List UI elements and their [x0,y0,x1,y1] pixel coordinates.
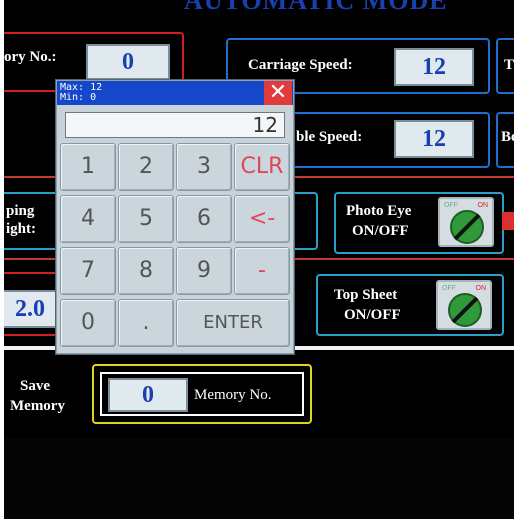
key-1[interactable]: 1 [60,143,116,191]
bottom-bezel [4,438,514,519]
right-panel-2-label: Be [501,129,514,145]
key-backspace[interactable]: <- [234,195,290,243]
keypad-min: Min: 0 [60,92,97,103]
key-0[interactable]: 0 [60,299,116,347]
key-decimal[interactable]: . [118,299,174,347]
red-indicator [502,212,514,230]
photo-eye-label-line1: Photo Eye [346,203,412,219]
toggle-off-text: OFF [442,285,456,292]
toggle-off-text: OFF [444,202,458,209]
key-minus[interactable]: - [234,247,290,295]
key-7[interactable]: 7 [60,247,116,295]
carriage-speed-field[interactable]: 12 [394,48,474,86]
key-6[interactable]: 6 [176,195,232,243]
key-enter[interactable]: ENTER [176,299,290,347]
close-icon[interactable]: ✕ [264,81,292,105]
top-sheet-label-line1: Top Sheet [334,287,398,303]
stopping-label-line2: ight: [6,221,36,237]
numeric-keypad: Max: 12 Min: 0 ✕ 12 1 2 3 CLR 4 5 6 <- 7… [56,80,294,354]
keypad-header: Max: 12 Min: 0 ✕ [57,81,293,105]
memory-no-field[interactable]: 0 [86,44,170,80]
key-4[interactable]: 4 [60,195,116,243]
keypad-display: 12 [65,112,285,138]
table-speed-field[interactable]: 12 [394,120,474,158]
right-panel-1-label: T [504,57,514,73]
key-8[interactable]: 8 [118,247,174,295]
key-clr[interactable]: CLR [234,143,290,191]
key-5[interactable]: 5 [118,195,174,243]
table-speed-label: ble Speed: [296,129,363,145]
top-sheet-label-line2: ON/OFF [344,307,401,323]
memory-no-label: ory No.: [4,49,57,65]
photo-eye-label-line2: ON/OFF [352,223,409,239]
screen-title: AUTOMATIC MODE [184,0,448,15]
top-sheet-toggle[interactable]: OFF ON [436,280,492,330]
save-memory-suffix: Memory No. [194,387,272,403]
toggle-on-text: ON [477,202,489,209]
toggle-knob-icon [450,210,484,244]
key-2[interactable]: 2 [118,143,174,191]
save-memory-label-line1: Save [20,378,50,394]
save-memory-field[interactable]: 0 [108,378,188,412]
toggle-on-text: ON [475,285,487,292]
key-3[interactable]: 3 [176,143,232,191]
toggle-knob-icon [448,293,482,327]
key-9[interactable]: 9 [176,247,232,295]
photo-eye-toggle[interactable]: OFF ON [438,197,494,247]
save-memory-label-line2: Memory [10,398,65,414]
stopping-label-line1: ping [6,203,35,219]
carriage-speed-label: Carriage Speed: [248,57,353,73]
stopping-value-field[interactable]: 2.0 [4,290,62,328]
